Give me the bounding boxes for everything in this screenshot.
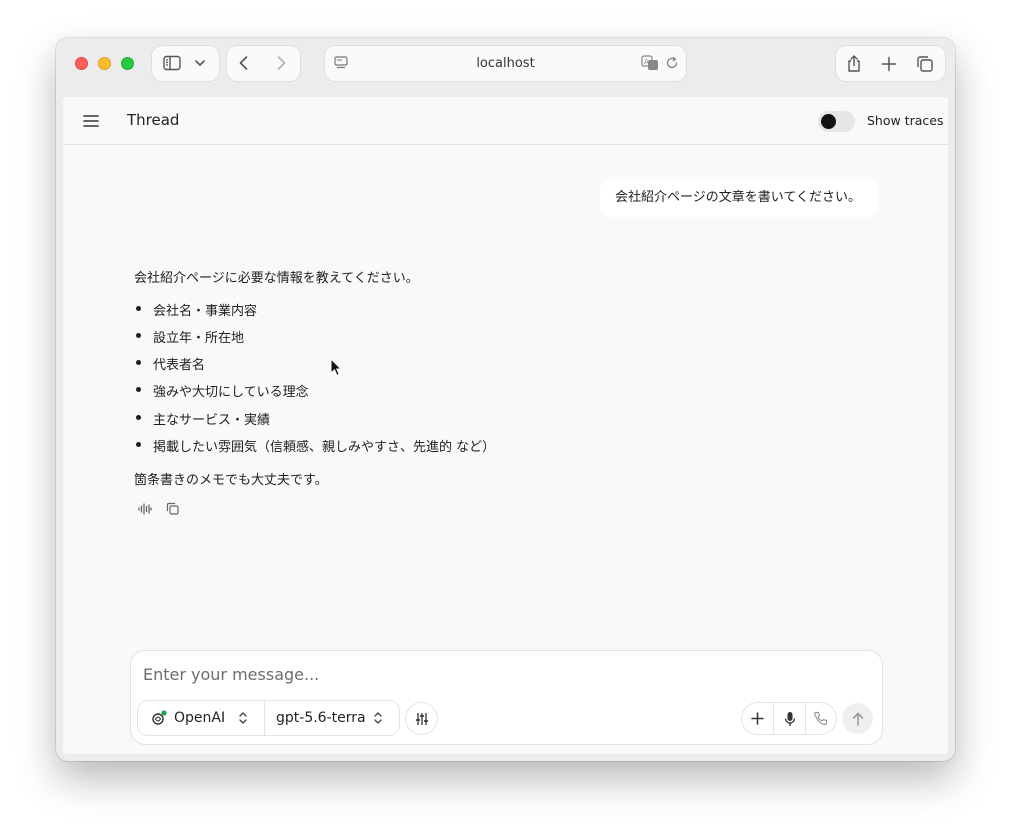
model-label[interactable]: gpt-5.6-terra bbox=[276, 710, 366, 726]
show-traces-toggle[interactable] bbox=[818, 111, 855, 132]
navigation-group bbox=[227, 46, 300, 81]
back-icon[interactable] bbox=[237, 55, 251, 71]
address-bar[interactable]: localhost A bbox=[325, 46, 686, 81]
microphone-button[interactable] bbox=[774, 703, 805, 734]
bullet bbox=[136, 442, 141, 447]
forward-icon[interactable] bbox=[274, 55, 288, 71]
assistant-outro: 箇条書きのメモでも大丈夫です。 bbox=[134, 473, 328, 488]
audio-waveform-icon[interactable] bbox=[138, 502, 152, 515]
list-item: 掲載したい雰囲気（信頼感、親しみやすさ、先進的 など） bbox=[134, 436, 495, 455]
message-composer: Enter your message... OpenAI gpt-5.6-ter… bbox=[131, 651, 882, 744]
bullet bbox=[136, 333, 141, 338]
chevron-updown-icon[interactable] bbox=[238, 711, 248, 725]
menu-icon[interactable] bbox=[83, 113, 99, 129]
message-actions bbox=[138, 502, 179, 515]
list-item-text: 強みや大切にしている理念 bbox=[153, 385, 309, 400]
copy-icon[interactable] bbox=[166, 502, 179, 515]
mouse-cursor-icon bbox=[330, 357, 343, 381]
sliders-icon bbox=[415, 712, 429, 726]
list-item-text: 掲載したい雰囲気（信頼感、親しみやすさ、先進的 など） bbox=[153, 440, 496, 455]
chevron-down-icon[interactable] bbox=[194, 58, 206, 68]
list-item-text: 代表者名 bbox=[153, 358, 206, 373]
bullet bbox=[136, 360, 141, 365]
list-item: 設立年・所在地 bbox=[134, 327, 244, 346]
bullet bbox=[136, 387, 141, 392]
list-item-text: 主なサービス・実績 bbox=[153, 413, 271, 428]
browser-actions-group bbox=[836, 46, 945, 81]
reload-icon[interactable] bbox=[665, 56, 679, 70]
page-content: Thread Show traces 会社紹介ページの文章を書いてください。 会… bbox=[63, 97, 948, 754]
model-settings-button[interactable] bbox=[406, 703, 437, 734]
sidebar-icon[interactable] bbox=[163, 55, 181, 71]
list-item: 代表者名 bbox=[134, 354, 205, 373]
model-selector: OpenAI gpt-5.6-terra bbox=[138, 701, 399, 735]
assistant-intro: 会社紹介ページに必要な情報を教えてください。 bbox=[134, 271, 419, 286]
browser-toolbar: localhost A bbox=[56, 38, 955, 96]
message-input[interactable]: Enter your message... bbox=[143, 665, 319, 684]
attach-button[interactable] bbox=[742, 703, 773, 734]
list-item: 主なサービス・実績 bbox=[134, 409, 270, 428]
zoom-window-button[interactable] bbox=[121, 57, 134, 70]
tab-overview-icon[interactable] bbox=[916, 55, 934, 73]
browser-window: localhost A Thread Show traces 会社紹介ページの文… bbox=[56, 38, 955, 761]
send-button[interactable] bbox=[842, 703, 873, 734]
new-tab-icon[interactable] bbox=[881, 56, 897, 72]
minimize-window-button[interactable] bbox=[98, 57, 111, 70]
close-window-button[interactable] bbox=[75, 57, 88, 70]
list-item-text: 設立年・所在地 bbox=[153, 331, 245, 346]
list-item: 強みや大切にしている理念 bbox=[134, 381, 309, 400]
list-item-text: 会社名・事業内容 bbox=[153, 304, 258, 319]
divider bbox=[264, 701, 265, 735]
thread-header: Thread Show traces bbox=[63, 97, 948, 145]
microphone-icon bbox=[784, 711, 795, 726]
bullet bbox=[136, 306, 141, 311]
url-text: localhost bbox=[476, 56, 535, 71]
openai-logo-icon bbox=[151, 710, 167, 726]
svg-text:A: A bbox=[644, 58, 649, 66]
chevron-updown-icon[interactable] bbox=[373, 711, 383, 725]
share-icon[interactable] bbox=[846, 54, 862, 73]
toggle-knob bbox=[821, 114, 836, 129]
list-item: 会社名・事業内容 bbox=[134, 300, 257, 319]
voice-call-button[interactable] bbox=[805, 703, 836, 734]
phone-icon bbox=[813, 711, 828, 726]
page-title: Thread bbox=[127, 111, 180, 129]
sidebar-toggle-group bbox=[152, 46, 219, 81]
plus-icon bbox=[751, 712, 764, 725]
show-traces-label: Show traces bbox=[867, 113, 944, 128]
composer-tools-group bbox=[742, 703, 836, 734]
provider-label[interactable]: OpenAI bbox=[174, 710, 225, 726]
arrow-up-icon bbox=[852, 712, 863, 726]
translate-icon[interactable]: A bbox=[641, 55, 659, 71]
user-message: 会社紹介ページの文章を書いてください。 bbox=[600, 179, 878, 217]
bullet bbox=[136, 415, 141, 420]
